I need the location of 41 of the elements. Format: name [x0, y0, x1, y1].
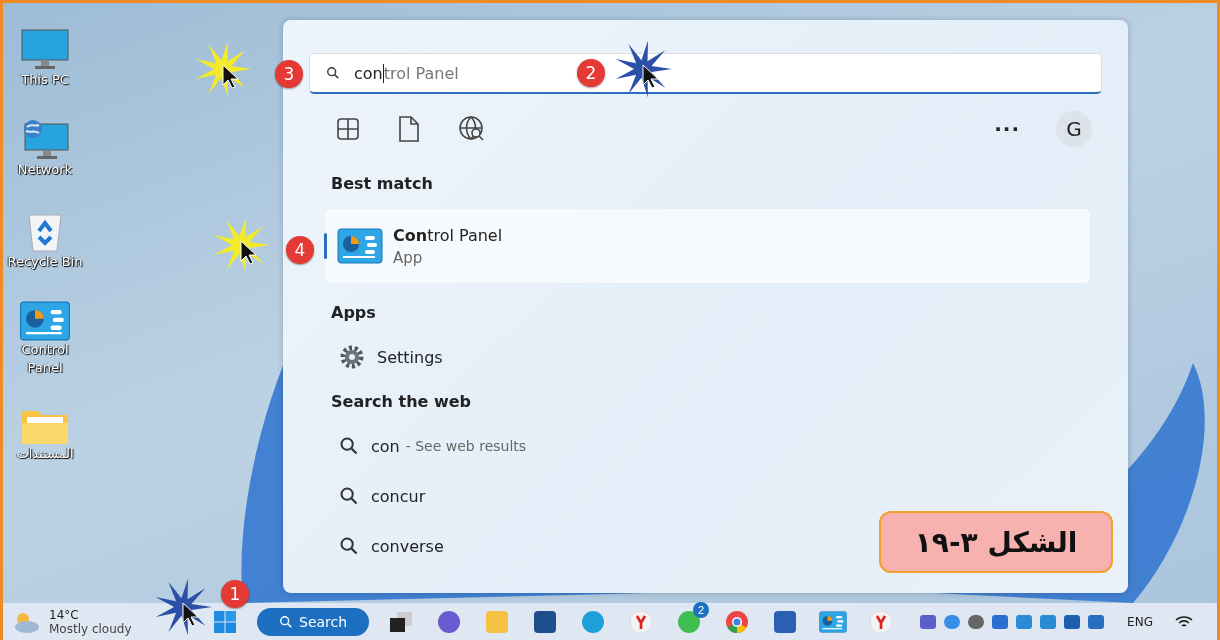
account-avatar[interactable]: G	[1056, 111, 1092, 147]
step-number-badge: 3	[275, 60, 303, 88]
web-suggestion[interactable]: con	[371, 436, 400, 456]
chrome-logo-icon	[725, 609, 750, 634]
document-icon[interactable]	[397, 115, 421, 143]
taskbar-app-button[interactable]: 2	[665, 603, 714, 640]
section-heading: Best match	[330, 173, 434, 195]
gear-icon	[339, 344, 365, 370]
result-type: App	[393, 248, 424, 267]
section-heading: Apps	[330, 302, 377, 324]
result-title: Control Panel	[393, 225, 503, 245]
web-results-hint: - See web results	[405, 438, 527, 454]
task-view-icon	[389, 610, 414, 633]
temperature-text: 14°C	[49, 607, 80, 622]
network-monitor-icon	[21, 119, 69, 161]
web-suggestion[interactable]: concur	[371, 486, 426, 506]
search-icon	[339, 486, 359, 506]
monitor-icon	[21, 29, 69, 71]
windows-logo-icon	[213, 609, 237, 634]
taskbar-search-button[interactable]: Search	[257, 607, 370, 636]
weather-condition-text: Mostly cloudy	[49, 621, 132, 636]
search-icon	[279, 614, 293, 629]
best-match-result[interactable]: Control Panel App	[325, 209, 1090, 283]
figure-caption: الشكل ٣-١٩	[879, 511, 1113, 573]
wifi-icon	[1174, 614, 1193, 629]
y-logo-icon	[629, 609, 654, 634]
search-icon	[326, 66, 340, 80]
search-icon	[339, 536, 359, 556]
section-heading: Search the web	[330, 391, 473, 413]
control-panel-icon	[19, 301, 71, 341]
app-result[interactable]: Settings	[309, 332, 1102, 382]
language-indicator[interactable]: ENG	[1127, 614, 1153, 629]
control-panel-icon	[337, 228, 383, 264]
y-logo-icon	[869, 609, 894, 634]
step-number-badge: 1	[221, 580, 249, 608]
search-icon	[339, 436, 359, 456]
web-suggestion[interactable]: converse	[371, 536, 444, 556]
notification-count: 2	[693, 601, 710, 618]
control-panel-icon	[819, 610, 848, 633]
more-options-button[interactable]: ···	[994, 117, 1020, 141]
apps-filter-icon[interactable]	[335, 116, 361, 142]
